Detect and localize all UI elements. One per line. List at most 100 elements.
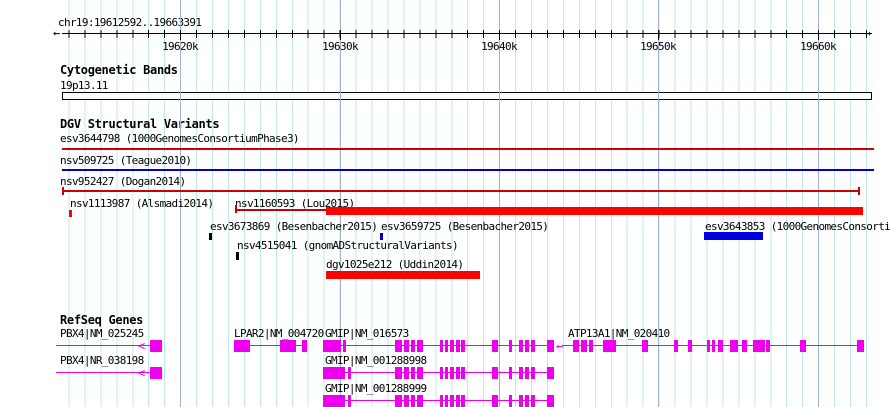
gene-exon[interactable] <box>323 340 341 352</box>
gene-exon[interactable] <box>603 340 616 352</box>
gene-exon[interactable] <box>674 340 678 352</box>
gene-exon[interactable] <box>323 367 345 379</box>
dgv-variant-label[interactable]: esv3673869 (Besenbacher2015) <box>210 220 378 233</box>
dgv-variant-glyph-hline[interactable] <box>62 169 874 171</box>
gene-exon[interactable] <box>730 340 738 352</box>
gene-exon[interactable] <box>766 340 770 352</box>
gene-exon[interactable] <box>509 367 512 379</box>
gene-exon[interactable] <box>417 395 423 407</box>
gene-exon[interactable] <box>519 395 523 407</box>
dgv-variant-glyph-vtick[interactable] <box>62 187 64 195</box>
gene-exon[interactable] <box>456 395 460 407</box>
gene-exon[interactable] <box>450 395 454 407</box>
gene-exon[interactable] <box>417 340 423 352</box>
gene-exon[interactable] <box>456 367 460 379</box>
dgv-variant-glyph-bar[interactable] <box>704 232 763 240</box>
gene-exon[interactable] <box>800 340 806 352</box>
gene-exon[interactable] <box>525 340 529 352</box>
dgv-variant-glyph-vtick[interactable] <box>209 233 212 240</box>
dgv-variant-label[interactable]: nsv952427 (Dogan2014) <box>60 175 186 188</box>
gene-exon[interactable] <box>234 340 250 352</box>
gene-exon[interactable] <box>492 395 498 407</box>
dgv-variant-label[interactable]: nsv1113987 (Alsmadi2014) <box>70 197 214 210</box>
gene-exon[interactable] <box>712 340 715 352</box>
gene-exon[interactable] <box>753 340 765 352</box>
gene-exon[interactable] <box>519 367 523 379</box>
gene-exon[interactable] <box>547 340 554 352</box>
gene-exon[interactable] <box>404 395 409 407</box>
gene-exon[interactable] <box>411 395 415 407</box>
dgv-variant-glyph-vtick[interactable] <box>858 187 860 195</box>
cytoband-label[interactable]: 19p13.11 <box>60 79 108 92</box>
gene-exon[interactable] <box>509 340 512 352</box>
gene-exon[interactable] <box>547 367 554 379</box>
gene-intron-line[interactable] <box>56 372 151 373</box>
dgv-variant-label[interactable]: nsv509725 (Teague2010) <box>60 154 192 167</box>
cytoband-box[interactable] <box>62 92 872 100</box>
gene-exon[interactable] <box>525 367 529 379</box>
gene-exon[interactable] <box>450 340 454 352</box>
dgv-variant-glyph-bar[interactable] <box>326 271 480 279</box>
gene-exon[interactable] <box>417 367 423 379</box>
gene-exon[interactable] <box>531 340 535 352</box>
gene-exon[interactable] <box>642 340 648 352</box>
gene-intron-line[interactable] <box>56 345 151 346</box>
gene-label[interactable]: PBX4|NM_025245 <box>60 327 144 340</box>
gene-exon[interactable] <box>404 340 409 352</box>
gene-exon[interactable] <box>395 340 402 352</box>
gene-exon[interactable] <box>456 340 460 352</box>
gene-exon[interactable] <box>445 340 448 352</box>
gene-exon[interactable] <box>395 367 402 379</box>
gene-label[interactable]: PBX4|NR_038198 <box>60 354 144 367</box>
gene-exon[interactable] <box>492 367 498 379</box>
gene-exon[interactable] <box>404 367 409 379</box>
dgv-variant-glyph-hline[interactable] <box>236 209 326 211</box>
gene-exon[interactable] <box>547 395 554 407</box>
dgv-variant-glyph-hline[interactable] <box>62 190 860 192</box>
gene-exon[interactable] <box>707 340 710 352</box>
gene-exon[interactable] <box>343 340 346 352</box>
dgv-variant-glyph-vtick[interactable] <box>69 210 72 217</box>
dgv-variant-label[interactable]: esv3644798 (1000GenomesConsortiumPhase3) <box>60 132 300 145</box>
gene-exon[interactable] <box>525 395 529 407</box>
gene-label[interactable]: GMIP|NM_001288999 <box>325 382 427 395</box>
gene-exon[interactable] <box>280 340 296 352</box>
gene-exon[interactable] <box>461 395 465 407</box>
gene-exon[interactable] <box>581 340 587 352</box>
gene-exon[interactable] <box>450 367 454 379</box>
gene-exon[interactable] <box>323 395 345 407</box>
gene-label[interactable]: LPAR2|NM_004720 <box>234 327 324 340</box>
gene-exon[interactable] <box>519 340 523 352</box>
gene-exon[interactable] <box>573 340 579 352</box>
gene-exon[interactable] <box>440 395 443 407</box>
gene-exon[interactable] <box>531 367 535 379</box>
gene-label[interactable]: GMIP|NM_016573 <box>325 327 409 340</box>
dgv-variant-label[interactable]: dgv1025e212 (Uddin2014) <box>326 258 464 271</box>
gene-label[interactable]: ATP13A1|NM_020410 <box>568 327 670 340</box>
gene-exon[interactable] <box>531 395 535 407</box>
gene-exon[interactable] <box>461 367 465 379</box>
gene-exon[interactable] <box>688 340 692 352</box>
gene-exon[interactable] <box>411 340 415 352</box>
gene-exon[interactable] <box>150 367 162 379</box>
gene-exon[interactable] <box>509 395 512 407</box>
gene-exon[interactable] <box>302 340 307 352</box>
dgv-variant-glyph-hline[interactable] <box>62 148 874 150</box>
gene-exon[interactable] <box>742 340 747 352</box>
dgv-variant-label[interactable]: esv3659725 (Besenbacher2015) <box>381 220 549 233</box>
gene-exon[interactable] <box>857 340 864 352</box>
dgv-variant-label[interactable]: nsv4515041 (gnomADStructuralVariants) <box>237 239 459 252</box>
gene-label[interactable]: GMIP|NM_001288998 <box>325 354 427 367</box>
gene-exon[interactable] <box>492 340 498 352</box>
gene-exon[interactable] <box>348 395 351 407</box>
gene-exon[interactable] <box>718 340 723 352</box>
gene-exon[interactable] <box>150 340 162 352</box>
gene-exon[interactable] <box>461 340 465 352</box>
gene-exon[interactable] <box>395 395 402 407</box>
dgv-variant-glyph-bar[interactable] <box>326 207 863 215</box>
gene-exon[interactable] <box>445 367 448 379</box>
gene-exon[interactable] <box>411 367 415 379</box>
gene-exon[interactable] <box>440 367 443 379</box>
gene-exon[interactable] <box>445 395 448 407</box>
gene-exon[interactable] <box>589 340 593 352</box>
